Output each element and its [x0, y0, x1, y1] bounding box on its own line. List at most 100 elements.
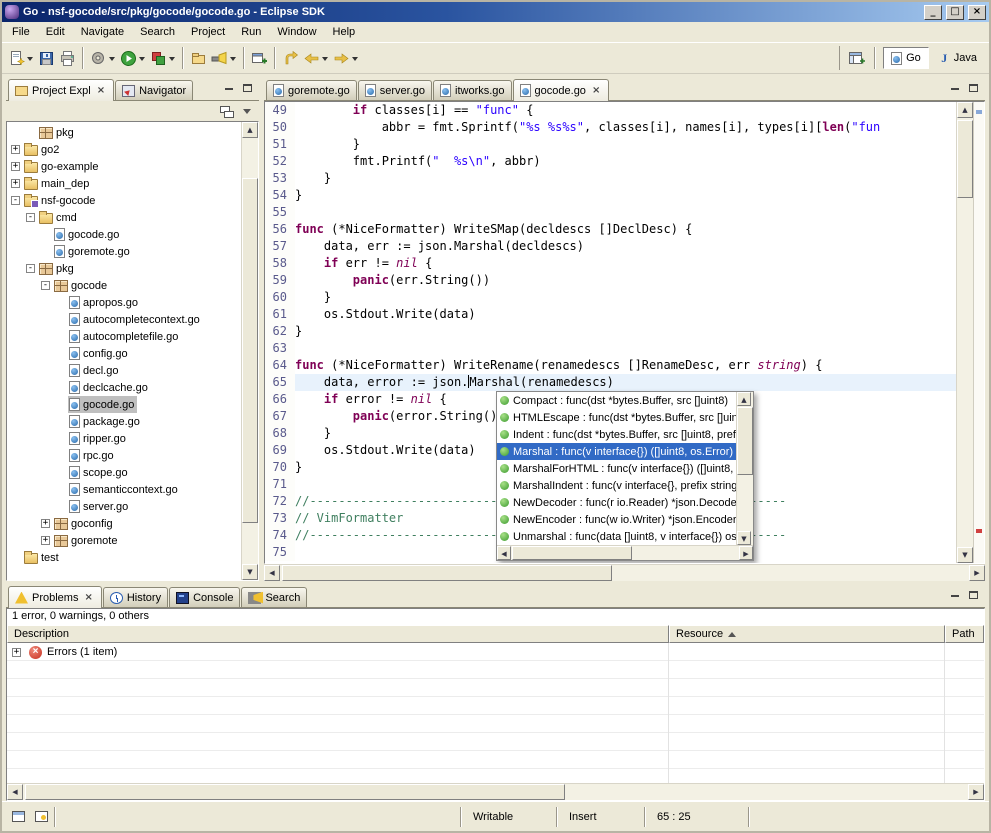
last-edit-location-button[interactable]: [280, 46, 301, 70]
scrollbar-track[interactable]: [23, 784, 968, 800]
scrollbar-thumb[interactable]: [512, 546, 632, 560]
collapse-icon[interactable]: -: [26, 264, 35, 273]
tree-item-package-go[interactable]: +package.go: [7, 413, 241, 430]
expand-icon[interactable]: +: [11, 162, 20, 171]
menu-item-edit[interactable]: Edit: [38, 24, 73, 40]
popup-horizontal-scrollbar[interactable]: ◀ ▶: [497, 545, 753, 560]
chevron-down-icon[interactable]: [228, 47, 237, 69]
tab-problems[interactable]: Problems×: [8, 586, 102, 608]
code-line[interactable]: 58 if err != nil {: [265, 255, 956, 272]
completion-item[interactable]: MarshalIndent : func(v interface{}, pref…: [497, 477, 736, 494]
code-line[interactable]: 61 os.Stdout.Write(data): [265, 306, 956, 323]
tree-item-go2[interactable]: +go2: [7, 141, 241, 158]
chevron-down-icon[interactable]: [137, 47, 146, 69]
menu-item-window[interactable]: Window: [269, 24, 324, 40]
tree-item-ripper-go[interactable]: +ripper.go: [7, 430, 241, 447]
completion-item[interactable]: Marshal : func(v interface{}) ([]uint8, …: [497, 443, 736, 460]
new-go-element-button[interactable]: [249, 46, 270, 70]
code-editor[interactable]: 49 if classes[i] == "func" {50 abbr = fm…: [264, 101, 985, 564]
annotation-marker[interactable]: [976, 110, 982, 114]
perspective-go[interactable]: Go: [883, 47, 929, 69]
scroll-up-icon[interactable]: ▲: [957, 102, 973, 118]
editor-vertical-scrollbar[interactable]: ▲ ▼: [956, 102, 973, 563]
tree-item-autocompletefile-go[interactable]: +autocompletefile.go: [7, 328, 241, 345]
forward-button[interactable]: [331, 46, 361, 70]
tab-search[interactable]: Search: [241, 587, 307, 607]
scroll-right-icon[interactable]: ▶: [969, 565, 985, 581]
tab-gocode-go[interactable]: gocode.go×: [513, 79, 610, 101]
tab-project-expl[interactable]: Project Expl×: [8, 79, 114, 101]
scrollbar-track[interactable]: [280, 565, 969, 581]
code-line[interactable]: 57 data, err := json.Marshal(decldescs): [265, 238, 956, 255]
completion-item[interactable]: HTMLEscape : func(dst *bytes.Buffer, src…: [497, 409, 736, 426]
tree-item-config-go[interactable]: +config.go: [7, 345, 241, 362]
code-line[interactable]: 59 panic(err.String()): [265, 272, 956, 289]
scroll-left-icon[interactable]: ◀: [264, 565, 280, 581]
code-line[interactable]: 60 }: [265, 289, 956, 306]
collapse-all-button[interactable]: [218, 104, 235, 119]
code-line[interactable]: 64func (*NiceFormatter) WriteRename(rena…: [265, 357, 956, 374]
view-menu-button[interactable]: [238, 104, 255, 119]
tree-item-apropos-go[interactable]: +apropos.go: [7, 294, 241, 311]
code-line[interactable]: 55: [265, 204, 956, 221]
search-button[interactable]: [209, 46, 239, 70]
code-line[interactable]: 53 }: [265, 170, 956, 187]
save-button[interactable]: [36, 46, 57, 70]
collapse-icon[interactable]: -: [11, 196, 20, 205]
completion-item[interactable]: Indent : func(dst *bytes.Buffer, src []u…: [497, 426, 736, 443]
expand-icon[interactable]: +: [11, 145, 20, 154]
editor-horizontal-scrollbar[interactable]: ◀ ▶: [264, 564, 985, 581]
tree-item-pkg[interactable]: -pkg: [7, 260, 241, 277]
scrollbar-thumb[interactable]: [737, 407, 753, 475]
tab-server-go[interactable]: server.go: [358, 80, 432, 100]
completion-item[interactable]: NewEncoder : func(w io.Writer) *json.Enc…: [497, 511, 736, 528]
tab-history[interactable]: History: [103, 587, 168, 607]
completion-item[interactable]: MarshalForHTML : func(v interface{}) ([]…: [497, 460, 736, 477]
run-button[interactable]: [118, 46, 148, 70]
close-icon[interactable]: ×: [95, 85, 107, 97]
print-button[interactable]: [57, 46, 78, 70]
tree-item-goremote[interactable]: +goremote: [7, 532, 241, 549]
popup-vertical-scrollbar[interactable]: ▲ ▼: [736, 392, 753, 545]
error-marker[interactable]: [976, 529, 982, 533]
collapse-icon[interactable]: -: [26, 213, 35, 222]
menu-item-navigate[interactable]: Navigate: [73, 24, 132, 40]
scrollbar-track[interactable]: [511, 546, 739, 560]
maximize-window-button[interactable]: □: [946, 5, 964, 20]
tree-item-main-dep[interactable]: +main_dep: [7, 175, 241, 192]
fast-view-button[interactable]: [8, 807, 28, 827]
code-line[interactable]: 52 fmt.Printf(" %s\n", abbr): [265, 153, 956, 170]
expand-icon[interactable]: +: [41, 536, 50, 545]
expand-icon[interactable]: +: [12, 648, 21, 657]
column-header-resource[interactable]: Resource: [669, 625, 945, 643]
tree-item-test[interactable]: +test: [7, 549, 241, 566]
chevron-down-icon[interactable]: [350, 47, 359, 69]
menu-item-file[interactable]: File: [4, 24, 38, 40]
open-perspective-button[interactable]: [846, 46, 867, 70]
code-line[interactable]: 56func (*NiceFormatter) WriteSMap(declde…: [265, 221, 956, 238]
column-header-description[interactable]: Description: [7, 625, 669, 643]
coverage-button[interactable]: [148, 46, 178, 70]
tab-navigator[interactable]: Navigator: [115, 80, 193, 100]
tree-item-goconfig[interactable]: +goconfig: [7, 515, 241, 532]
tab-goremote-go[interactable]: goremote.go: [266, 80, 357, 100]
menu-item-search[interactable]: Search: [132, 24, 183, 40]
new-button[interactable]: [6, 46, 36, 70]
scroll-up-icon[interactable]: ▲: [737, 392, 751, 406]
code-line[interactable]: 63: [265, 340, 956, 357]
scroll-up-icon[interactable]: ▲: [242, 122, 258, 138]
code-line[interactable]: 49 if classes[i] == "func" {: [265, 102, 956, 119]
scroll-down-icon[interactable]: ▼: [737, 531, 751, 545]
scrollbar-thumb[interactable]: [25, 784, 565, 800]
tree-item-scope-go[interactable]: +scope.go: [7, 464, 241, 481]
maximize-view-button[interactable]: [239, 80, 256, 95]
problems-row[interactable]: +Errors (1 item): [7, 643, 984, 661]
tree-item-cmd[interactable]: -cmd: [7, 209, 241, 226]
scroll-left-icon[interactable]: ◀: [497, 546, 511, 560]
scroll-right-icon[interactable]: ▶: [968, 784, 984, 800]
external-tools-button[interactable]: [88, 46, 118, 70]
menu-item-run[interactable]: Run: [233, 24, 269, 40]
tree-item-pkg[interactable]: +pkg: [7, 124, 241, 141]
chevron-down-icon[interactable]: [25, 47, 34, 69]
show-editor-button[interactable]: [31, 807, 51, 827]
